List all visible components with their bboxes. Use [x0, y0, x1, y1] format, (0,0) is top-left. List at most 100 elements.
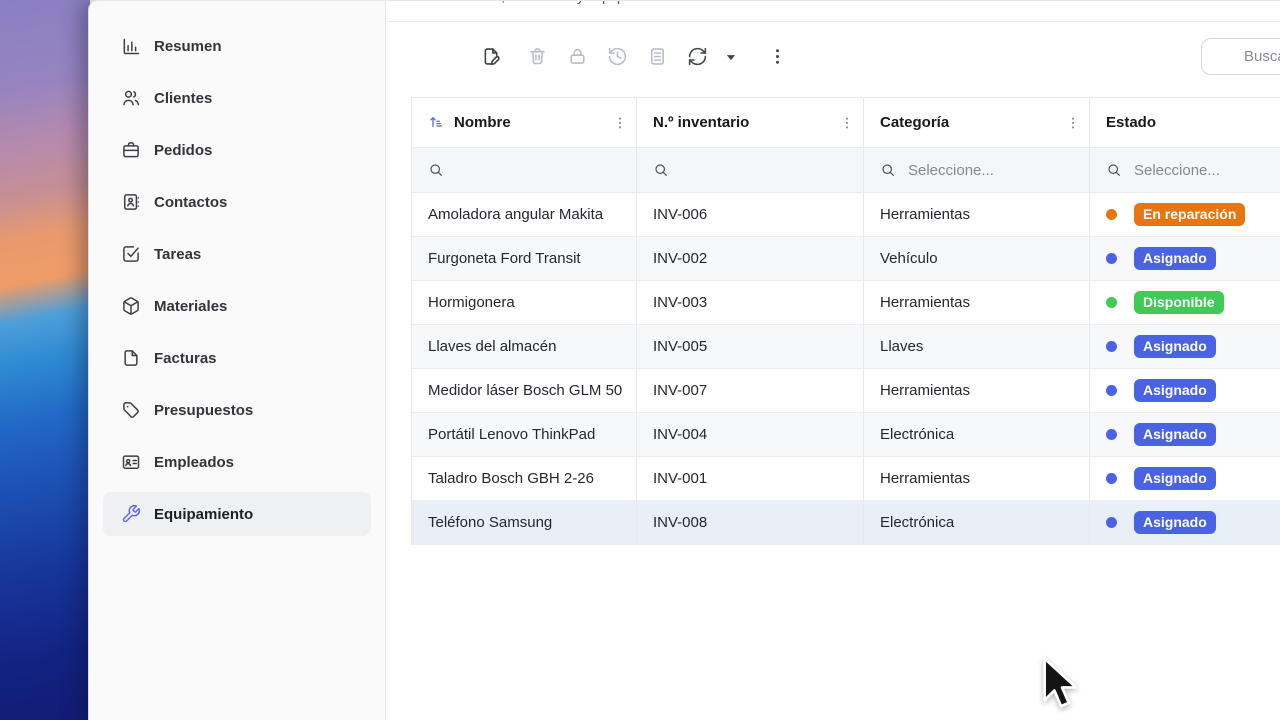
sidebar-nav: Resumen Clientes Pedidos Contactos Tareas Mat… — [89, 1, 386, 720]
filter-placeholder: Seleccione... — [1134, 162, 1220, 179]
sidebar-item-pedidos[interactable]: Pedidos — [103, 128, 371, 172]
table-row[interactable]: Medidor láser Bosch GLM 50INV-007Herrami… — [412, 369, 1280, 413]
search-box — [1201, 38, 1280, 75]
cell-nombre: Portátil Lenovo ThinkPad — [412, 413, 637, 457]
cell-nombre: Furgoneta Ford Transit — [412, 237, 637, 281]
column-header-nombre[interactable]: Nombre — [412, 98, 637, 147]
status-badge: Asignado — [1134, 247, 1216, 269]
column-header-estado[interactable]: Estado — [1090, 98, 1280, 147]
sidebar-item-label: Resumen — [154, 38, 222, 55]
sidebar-item-contactos[interactable]: Contactos — [103, 180, 371, 224]
more-dropdown-button[interactable] — [717, 34, 745, 79]
filter-categoria[interactable]: Seleccione... — [864, 147, 1090, 193]
cell-categoria: Electrónica — [864, 413, 1090, 457]
wrench-icon — [121, 504, 141, 524]
table-row[interactable]: Amoladora angular MakitaINV-006Herramien… — [412, 193, 1280, 237]
log-button[interactable] — [637, 34, 677, 79]
status-badge: Asignado — [1134, 379, 1216, 401]
column-label: Nombre — [454, 114, 511, 131]
table-filter-row: Seleccione... Seleccione... — [412, 147, 1280, 193]
filter-nombre[interactable] — [412, 147, 637, 193]
history-button[interactable] — [597, 34, 637, 79]
delete-button[interactable] — [517, 34, 557, 79]
sidebar-item-tareas[interactable]: Tareas — [103, 232, 371, 276]
search-icon — [880, 162, 896, 178]
sidebar-item-empleados[interactable]: Empleados — [103, 440, 371, 484]
package-icon — [121, 296, 141, 316]
cell-categoria: Herramientas — [864, 193, 1090, 237]
cell-inventario: INV-004 — [637, 413, 864, 457]
column-menu-icon[interactable] — [1065, 115, 1081, 131]
cell-inventario: INV-008 — [637, 501, 864, 545]
cell-inventario: INV-001 — [637, 457, 864, 501]
trash-icon — [527, 46, 548, 67]
cell-categoria: Herramientas — [864, 369, 1090, 413]
page-subtitle: Herramientas, vehículos y equipamiento — [411, 0, 679, 5]
cell-estado: Asignado — [1090, 369, 1280, 413]
filter-inventario[interactable] — [637, 147, 864, 193]
file-icon — [121, 348, 141, 368]
status-badge: Asignado — [1134, 467, 1216, 489]
table-row[interactable]: Llaves del almacénINV-005LlavesAsignado — [412, 325, 1280, 369]
cell-categoria: Llaves — [864, 325, 1090, 369]
sidebar-item-label: Empleados — [154, 454, 234, 471]
status-badge: Asignado — [1134, 511, 1216, 533]
cell-nombre: Teléfono Samsung — [412, 501, 637, 545]
table-row[interactable]: Teléfono SamsungINV-008ElectrónicaAsigna… — [412, 501, 1280, 545]
sidebar-item-equipamiento[interactable]: Equipamiento — [103, 492, 371, 536]
status-dot — [1106, 429, 1117, 440]
search-input[interactable] — [1242, 47, 1280, 66]
add-button[interactable] — [409, 34, 455, 79]
table-row[interactable]: HormigoneraINV-003HerramientasDisponible — [412, 281, 1280, 325]
cell-inventario: INV-003 — [637, 281, 864, 325]
lock-icon — [567, 46, 588, 67]
sidebar-item-materiales[interactable]: Materiales — [103, 284, 371, 328]
kebab-menu-button[interactable] — [757, 34, 797, 79]
sort-asc-icon — [428, 114, 445, 131]
column-menu-icon[interactable] — [612, 115, 628, 131]
sidebar-item-facturas[interactable]: Facturas — [103, 336, 371, 380]
cell-estado: Asignado — [1090, 501, 1280, 545]
status-dot — [1106, 473, 1117, 484]
history-icon — [607, 46, 628, 67]
cell-nombre: Hormigonera — [412, 281, 637, 325]
sidebar-item-resumen[interactable]: Resumen — [103, 24, 371, 68]
sidebar-item-clientes[interactable]: Clientes — [103, 76, 371, 120]
desktop-wallpaper — [0, 0, 90, 720]
sidebar-item-label: Tareas — [154, 246, 201, 263]
plus-icon — [421, 46, 443, 68]
column-header-categoria[interactable]: Categoría — [864, 98, 1090, 147]
sidebar-item-presupuestos[interactable]: Presupuestos — [103, 388, 371, 432]
file-pen-icon — [481, 46, 502, 67]
column-menu-icon[interactable] — [839, 115, 855, 131]
column-label: N.º inventario — [653, 114, 749, 131]
cell-estado: Asignado — [1090, 237, 1280, 281]
app-window: Resumen Clientes Pedidos Contactos Tareas Mat… — [88, 0, 1280, 720]
column-header-inventario[interactable]: N.º inventario — [637, 98, 864, 147]
table-row[interactable]: Furgoneta Ford TransitINV-002VehículoAsi… — [412, 237, 1280, 281]
cell-estado: Asignado — [1090, 325, 1280, 369]
table-row[interactable]: Portátil Lenovo ThinkPadINV-004Electróni… — [412, 413, 1280, 457]
cell-categoria: Herramientas — [864, 457, 1090, 501]
contact-card-icon — [121, 192, 141, 212]
filter-estado[interactable]: Seleccione... — [1090, 147, 1280, 193]
status-dot — [1106, 341, 1117, 352]
edit-button[interactable] — [467, 34, 515, 79]
status-dot — [1106, 297, 1117, 308]
sidebar-item-label: Facturas — [154, 350, 217, 367]
filter-placeholder: Seleccione... — [908, 162, 994, 179]
lock-button[interactable] — [557, 34, 597, 79]
status-badge: Asignado — [1134, 335, 1216, 357]
cell-nombre: Llaves del almacén — [412, 325, 637, 369]
cell-inventario: INV-007 — [637, 369, 864, 413]
cell-estado: En reparación — [1090, 193, 1280, 237]
sidebar-item-label: Equipamiento — [154, 506, 253, 523]
refresh-button[interactable] — [677, 34, 717, 79]
table-row[interactable]: Taladro Bosch GBH 2-26INV-001Herramienta… — [412, 457, 1280, 501]
sidebar-item-label: Materiales — [154, 298, 227, 315]
status-badge: En reparación — [1134, 203, 1245, 225]
table-body: Amoladora angular MakitaINV-006Herramien… — [412, 193, 1280, 545]
cell-estado: Asignado — [1090, 457, 1280, 501]
column-label: Categoría — [880, 114, 949, 131]
sidebar-item-label: Presupuestos — [154, 402, 253, 419]
